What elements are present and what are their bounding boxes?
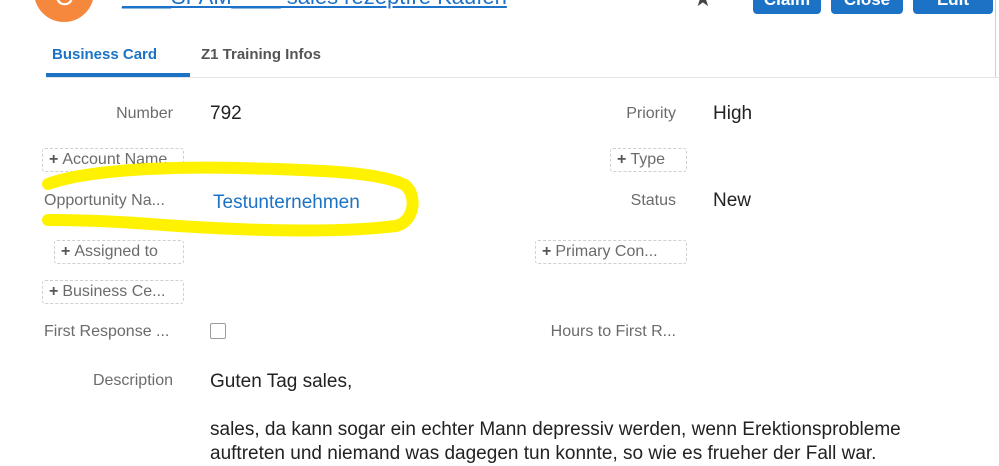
add-business-center-button[interactable]: + Business Ce...	[42, 280, 184, 304]
plus-icon: +	[617, 151, 627, 168]
tab-z1-training-infos[interactable]: Z1 Training Infos	[201, 46, 321, 63]
add-type-button[interactable]: + Type	[610, 148, 687, 172]
priority-label: Priority	[626, 105, 676, 122]
priority-value: High	[713, 103, 753, 124]
primary-contact-label: Primary Con...	[555, 243, 658, 260]
add-primary-contact-button[interactable]: + Primary Con...	[535, 240, 687, 264]
add-account-name-button[interactable]: + Account Name	[42, 148, 184, 172]
first-response-checkbox[interactable]	[210, 323, 226, 339]
description-value: Guten Tag sales, sales, da kann sogar ei…	[210, 371, 901, 464]
plus-icon: +	[49, 283, 59, 300]
number-label: Number	[116, 105, 173, 122]
status-value: New	[713, 190, 752, 211]
description-label: Description	[92, 372, 173, 389]
avatar: C	[34, 0, 94, 22]
account-name-label: Account Name	[62, 151, 168, 168]
tab-business-card[interactable]: Business Card	[52, 46, 157, 63]
tab-divider	[46, 77, 999, 78]
close-button[interactable]: Close	[831, 0, 903, 14]
claim-button[interactable]: Claim	[753, 0, 821, 14]
first-response-label: First Response ...	[44, 323, 170, 340]
number-value: 792	[210, 103, 242, 124]
hours-to-first-response-label: Hours to First R...	[550, 323, 676, 340]
status-label: Status	[630, 192, 676, 209]
opportunity-name-label: Opportunity Na...	[44, 192, 165, 209]
scrollbar-edge	[995, 0, 996, 77]
edit-button[interactable]: Edit	[913, 0, 993, 14]
record-title-link[interactable]: ____SPAM____ sales rezeptfre Kaufen	[122, 0, 507, 10]
star-icon[interactable]: ★	[693, 0, 713, 12]
plus-icon: +	[49, 151, 59, 168]
plus-icon: +	[61, 243, 71, 260]
type-label: Type	[630, 151, 666, 168]
assigned-to-label: Assigned to	[74, 243, 158, 260]
opportunity-link[interactable]: Testunternehmen	[213, 192, 360, 214]
business-center-label: Business Ce...	[62, 283, 166, 300]
add-assigned-to-button[interactable]: + Assigned to	[54, 240, 184, 264]
plus-icon: +	[542, 243, 552, 260]
